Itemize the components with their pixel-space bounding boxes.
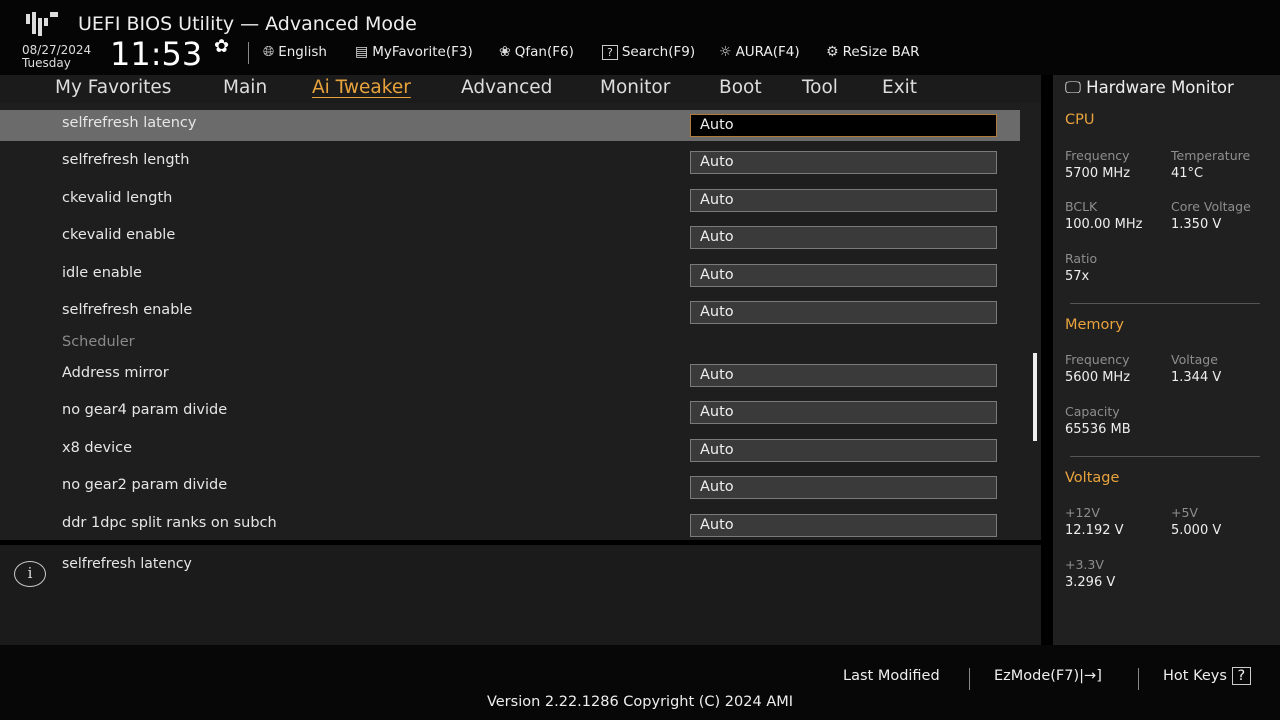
hot-keys-button[interactable]: Hot Keys ? [1163, 667, 1252, 685]
core-voltage-value: 1.350 V [1171, 217, 1222, 232]
setting-label: no gear4 param divide [62, 402, 228, 418]
gear-icon[interactable]: ✿ [214, 36, 229, 57]
setting-label: ddr 1dpc split ranks on subch [62, 515, 277, 531]
tool-label: ReSize BAR [842, 44, 920, 60]
monitor-icon: 🖵︎ [1065, 78, 1081, 97]
divider [1070, 303, 1260, 304]
setting-label: x8 device [62, 440, 133, 456]
resize-bar-icon: ⚙ [826, 44, 839, 60]
app-title: UEFI BIOS Utility — Advanced Mode [78, 13, 417, 35]
tab-tool[interactable]: Tool [802, 77, 838, 98]
3v3-label: +3.3V [1065, 557, 1104, 572]
memory-section-title: Memory [1065, 317, 1124, 333]
date-display: 08/27/2024 Tuesday [22, 44, 91, 70]
bclk-label: BCLK [1065, 199, 1098, 214]
cpu-temperature-label: Temperature [1171, 148, 1251, 163]
12v-label: +12V [1065, 505, 1100, 520]
fan-icon: ❀ [499, 44, 511, 60]
setting-label: selfrefresh length [62, 152, 190, 168]
12v-value: 12.192 V [1065, 523, 1124, 538]
divider [1070, 456, 1260, 457]
cpu-frequency-label: Frequency [1065, 148, 1130, 163]
setting-label: idle enable [62, 265, 142, 281]
scrollbar[interactable] [1033, 353, 1037, 441]
cpu-frequency-value: 5700 MHz [1065, 166, 1131, 181]
setting-label: Address mirror [62, 365, 169, 381]
language-button[interactable]: 🌐︎ English [263, 44, 327, 60]
tab-ai-tweaker[interactable]: Ai Tweaker [312, 77, 411, 98]
myfavorite-button[interactable]: ▤ MyFavorite(F3) [355, 44, 473, 60]
day: Tuesday [22, 56, 71, 70]
section-header: Scheduler [62, 334, 135, 350]
tool-label: AURA(F4) [735, 44, 800, 60]
favorite-list-icon: ▤ [355, 44, 369, 60]
setting-value-dropdown[interactable]: Auto [690, 401, 997, 424]
ezmode-label: EzMode(F7)| [994, 668, 1085, 684]
setting-label: no gear2 param divide [62, 477, 228, 493]
setting-value-dropdown[interactable]: Auto [690, 264, 997, 287]
divider [969, 668, 970, 690]
qfan-button[interactable]: ❀ Qfan(F6) [499, 44, 574, 60]
setting-value-dropdown[interactable]: Auto [690, 476, 997, 499]
setting-value-dropdown[interactable]: Auto [690, 439, 997, 462]
tab-my-favorites[interactable]: My Favorites [55, 77, 171, 98]
5v-label: +5V [1171, 505, 1198, 520]
help-box-icon: ? [602, 44, 618, 60]
hw-title-text: Hardware Monitor [1086, 78, 1234, 97]
aura-icon: ☼ [719, 44, 732, 60]
setting-value-dropdown[interactable]: Auto [690, 226, 997, 249]
setting-value-dropdown[interactable]: Auto [690, 189, 997, 212]
tab-main[interactable]: Main [223, 77, 267, 98]
cpu-section-title: CPU [1065, 112, 1095, 128]
version-text: Version 2.22.1286 Copyright (C) 2024 AMI [486, 694, 794, 710]
exit-arrow-icon: →] [1084, 668, 1102, 684]
setting-label: selfrefresh latency [62, 115, 197, 131]
memory-frequency-label: Frequency [1065, 352, 1130, 367]
tool-label: Qfan(F6) [514, 44, 574, 60]
tool-label: English [278, 44, 327, 60]
last-modified-button[interactable]: Last Modified [843, 668, 940, 684]
resize-bar-button[interactable]: ⚙ ReSize BAR [826, 44, 920, 60]
divider [1138, 668, 1139, 690]
ezmode-button[interactable]: EzMode(F7)|→] [994, 668, 1102, 684]
setting-value-dropdown[interactable]: Auto [690, 114, 997, 137]
tab-boot[interactable]: Boot [719, 77, 762, 98]
3v3-value: 3.296 V [1065, 575, 1116, 590]
tab-advanced[interactable]: Advanced [461, 77, 552, 98]
core-voltage-label: Core Voltage [1171, 199, 1251, 214]
bclk-value: 100.00 MHz [1065, 217, 1143, 232]
setting-label: ckevalid enable [62, 227, 176, 243]
setting-label: selfrefresh enable [62, 302, 193, 318]
ratio-value: 57x [1065, 269, 1090, 284]
tool-label: Search(F9) [621, 44, 696, 60]
memory-voltage-label: Voltage [1171, 352, 1218, 367]
clock: 11:53 [110, 35, 203, 73]
divider [248, 42, 249, 64]
ratio-label: Ratio [1065, 251, 1098, 266]
memory-voltage-value: 1.344 V [1171, 370, 1222, 385]
info-text: selfrefresh latency [62, 556, 192, 572]
info-icon: i [14, 561, 46, 587]
memory-frequency-value: 5600 MHz [1065, 370, 1131, 385]
tuf-logo [26, 12, 58, 36]
globe-icon: 🌐︎ [263, 44, 275, 60]
setting-value-dropdown[interactable]: Auto [690, 151, 997, 174]
hot-keys-label: Hot Keys [1163, 668, 1227, 684]
voltage-section-title: Voltage [1065, 470, 1120, 486]
hardware-monitor-title: 🖵︎ Hardware Monitor [1065, 78, 1234, 98]
help-box-icon: ? [1231, 667, 1252, 685]
setting-value-dropdown[interactable]: Auto [690, 301, 997, 324]
capacity-label: Capacity [1065, 404, 1120, 419]
tab-monitor[interactable]: Monitor [600, 77, 670, 98]
cpu-temperature-value: 41°C [1171, 166, 1204, 181]
tool-label: MyFavorite(F3) [372, 44, 473, 60]
aura-button[interactable]: ☼ AURA(F4) [719, 44, 800, 60]
capacity-value: 65536 MB [1065, 422, 1131, 437]
setting-label: ckevalid length [62, 190, 173, 206]
search-button[interactable]: ? Search(F9) [602, 44, 695, 60]
setting-value-dropdown[interactable]: Auto [690, 514, 997, 537]
tab-exit[interactable]: Exit [882, 77, 917, 98]
5v-value: 5.000 V [1171, 523, 1222, 538]
setting-value-dropdown[interactable]: Auto [690, 364, 997, 387]
